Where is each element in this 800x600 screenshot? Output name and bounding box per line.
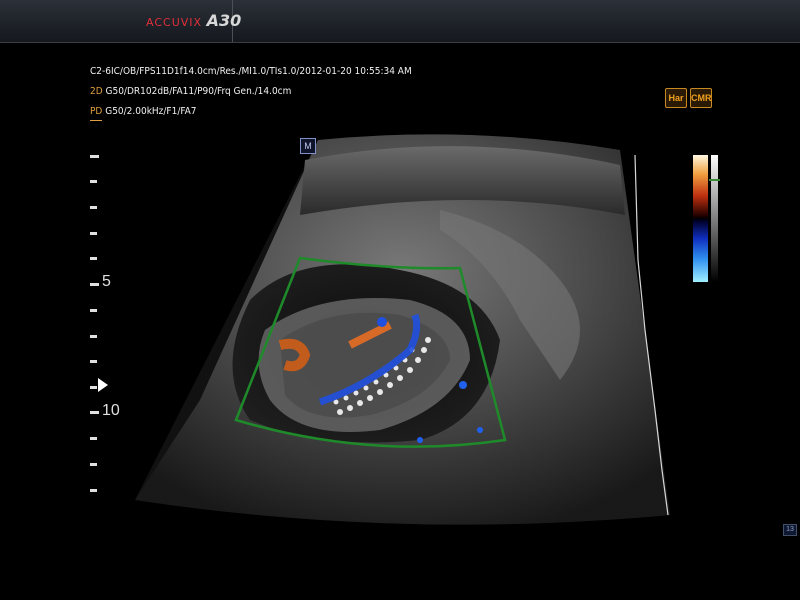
mode-params-pd: G50/2.00kHz/F1/FA7 bbox=[105, 106, 197, 117]
depth-tick bbox=[90, 463, 97, 466]
probe-orientation-icon: M bbox=[300, 138, 316, 154]
frame-counter: 13 bbox=[783, 524, 797, 536]
harmonic-badge: Har bbox=[665, 88, 687, 108]
grayscale-marker bbox=[709, 179, 720, 181]
depth-label-10: 10 bbox=[102, 402, 120, 419]
depth-tick bbox=[90, 232, 97, 235]
pd-underline bbox=[90, 120, 102, 121]
depth-tick bbox=[90, 283, 99, 286]
depth-tick bbox=[90, 360, 97, 363]
doppler-color-bar bbox=[693, 155, 708, 282]
depth-tick bbox=[90, 206, 97, 209]
cmr-badge: CMR bbox=[690, 88, 712, 108]
depth-tick bbox=[90, 309, 97, 312]
info-line-3: PD G50/2.00kHz/F1/FA7 bbox=[90, 106, 197, 117]
info-line-1: C2-6IC/OB/FPS11D1f14.0cm/Res./MI1.0/TIs1… bbox=[90, 66, 412, 77]
focus-arrow-icon bbox=[98, 378, 108, 392]
mode-params-2d: G50/DR102dB/FA11/P90/Frq Gen./14.0cm bbox=[105, 86, 292, 97]
mode-tag-pd: PD bbox=[90, 106, 103, 117]
mode-tag-2d: 2D bbox=[90, 86, 103, 97]
grayscale-bar bbox=[711, 155, 718, 282]
depth-tick bbox=[90, 257, 97, 260]
depth-tick bbox=[90, 386, 97, 389]
depth-tick bbox=[90, 489, 97, 492]
depth-tick bbox=[90, 335, 97, 338]
depth-tick bbox=[90, 437, 97, 440]
depth-tick bbox=[90, 180, 97, 183]
depth-label-5: 5 bbox=[102, 273, 111, 290]
depth-tick bbox=[90, 411, 99, 414]
depth-tick bbox=[90, 155, 99, 158]
info-line-2: 2D G50/DR102dB/FA11/P90/Frq Gen./14.0cm bbox=[90, 86, 291, 97]
